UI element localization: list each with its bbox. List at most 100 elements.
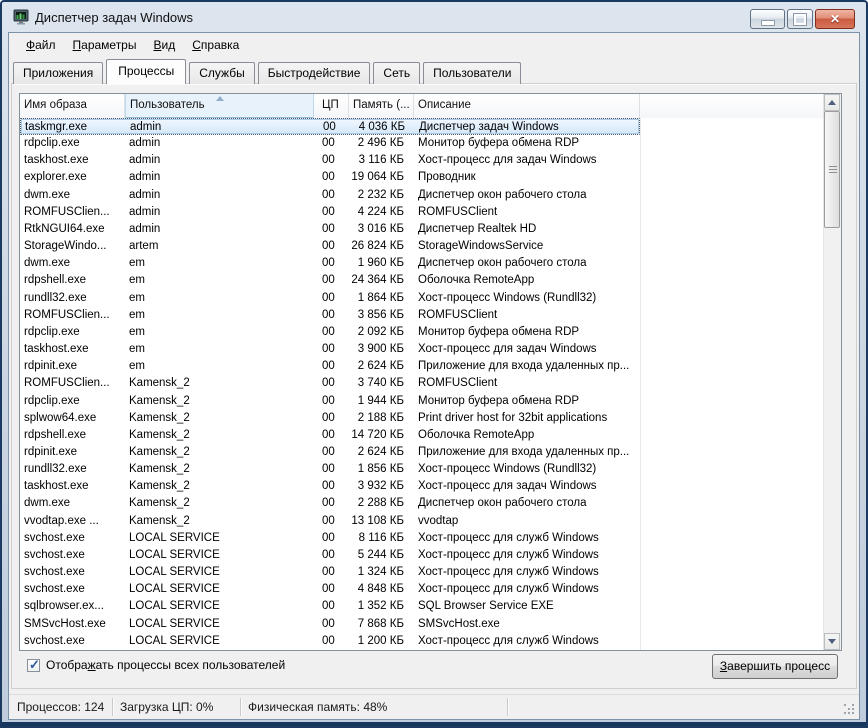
cell-user: LOCAL SERVICE	[125, 581, 314, 598]
column-header-user[interactable]: Пользователь	[125, 94, 314, 118]
cell-user: admin	[125, 187, 314, 204]
table-row[interactable]: svchost.exeLOCAL SERVICE005 244 КБХост-п…	[20, 547, 640, 564]
cell-image-name: splwow64.exe	[20, 410, 125, 427]
process-list: Имя образа Пользователь ЦП Память (... О…	[19, 93, 842, 651]
table-row[interactable]: taskhost.exeem003 900 КБХост-процесс для…	[20, 341, 640, 358]
table-row[interactable]: rundll32.exeKamensk_2001 856 КБХост-проц…	[20, 461, 640, 478]
table-row[interactable]: rdpshell.exeKamensk_20014 720 КБОболочка…	[20, 427, 640, 444]
table-row[interactable]: taskhost.exeKamensk_2003 932 КБХост-проц…	[20, 478, 640, 495]
scroll-up-button[interactable]	[824, 94, 840, 111]
cell-cpu: 00	[314, 564, 349, 581]
menu-view[interactable]: Вид	[146, 36, 182, 54]
table-row[interactable]: rdpclip.exeKamensk_2001 944 КБМонитор бу…	[20, 393, 640, 410]
menu-options[interactable]: Параметры	[66, 36, 144, 54]
table-row[interactable]: dwm.exeem001 960 КБДиспетчер окон рабоче…	[20, 255, 640, 272]
cell-memory: 2 232 КБ	[349, 187, 414, 204]
cell-memory: 2 092 КБ	[349, 324, 414, 341]
cell-memory: 1 324 КБ	[349, 564, 414, 581]
minimize-button[interactable]	[750, 9, 785, 29]
cell-user: Kamensk_2	[125, 375, 314, 392]
tab-applications[interactable]: Приложения	[13, 62, 103, 84]
cell-user: admin	[125, 204, 314, 221]
table-row[interactable]: taskhost.exeadmin003 116 КБХост-процесс …	[20, 152, 640, 169]
tab-processes[interactable]: Процессы	[106, 59, 186, 84]
column-header-description[interactable]: Описание	[414, 94, 640, 118]
tab-network[interactable]: Сеть	[373, 62, 420, 84]
cell-description: vvodtap	[414, 513, 640, 530]
window-title: Диспетчер задач Windows	[35, 10, 193, 25]
cell-memory: 2 624 КБ	[349, 444, 414, 461]
table-row[interactable]: sqlbrowser.ex...LOCAL SERVICE001 352 КБS…	[20, 598, 640, 615]
table-row[interactable]: rdpclip.exeadmin002 496 КБМонитор буфера…	[20, 135, 640, 152]
column-header-cpu[interactable]: ЦП	[314, 94, 349, 118]
menu-file[interactable]: Файл	[19, 36, 63, 54]
table-row[interactable]: ROMFUSClien...Kamensk_2003 740 КБROMFUSC…	[20, 375, 640, 392]
cell-user: admin	[125, 169, 314, 186]
vertical-scrollbar[interactable]	[823, 94, 841, 650]
end-process-button[interactable]: Завершить процесс	[712, 654, 838, 679]
table-row[interactable]: dwm.exeadmin002 232 КБДиспетчер окон раб…	[20, 187, 640, 204]
show-all-users-checkbox[interactable]: ✓	[27, 659, 40, 672]
cell-image-name: vvodtap.exe ...	[20, 513, 125, 530]
table-row[interactable]: svchost.exeLOCAL SERVICE001 324 КБХост-п…	[20, 564, 640, 581]
table-row[interactable]: rdpinit.exeem002 624 КБПриложение для вх…	[20, 358, 640, 375]
cell-image-name: explorer.exe	[20, 169, 125, 186]
title-bar[interactable]: Диспетчер задач Windows ✕	[2, 2, 866, 32]
table-row[interactable]: RtkNGUI64.exeadmin003 016 КБДиспетчер Re…	[20, 221, 640, 238]
table-row[interactable]: rdpclip.exeem002 092 КБМонитор буфера об…	[20, 324, 640, 341]
column-header-memory[interactable]: Память (...	[349, 94, 414, 118]
table-row[interactable]: dwm.exeKamensk_2002 288 КБДиспетчер окон…	[20, 495, 640, 512]
tab-users[interactable]: Пользователи	[423, 62, 521, 84]
tab-services[interactable]: Службы	[189, 62, 254, 84]
cell-memory: 8 116 КБ	[349, 530, 414, 547]
cell-memory: 1 864 КБ	[349, 290, 414, 307]
sort-ascending-icon	[216, 96, 224, 101]
cell-user: artem	[125, 238, 314, 255]
cell-image-name: svchost.exe	[20, 564, 125, 581]
scroll-down-button[interactable]	[824, 633, 840, 650]
table-row[interactable]: StorageWindo...artem0026 824 КБStorageWi…	[20, 238, 640, 255]
table-row[interactable]: rdpshell.exeem0024 364 КБОболочка Remote…	[20, 272, 640, 289]
status-cpu-usage: Загрузка ЦП: 0%	[120, 700, 213, 714]
cell-user: LOCAL SERVICE	[125, 564, 314, 581]
cell-memory: 24 364 КБ	[349, 272, 414, 289]
cell-image-name: ROMFUSClien...	[20, 307, 125, 324]
menu-help[interactable]: Справка	[185, 36, 246, 54]
maximize-button[interactable]	[787, 9, 813, 29]
table-row[interactable]: SMSvcHost.exeLOCAL SERVICE007 868 КБSMSv…	[20, 616, 640, 633]
resize-grip[interactable]	[844, 704, 857, 717]
table-row[interactable]: splwow64.exeKamensk_2002 188 КБPrint dri…	[20, 410, 640, 427]
cell-image-name: dwm.exe	[20, 187, 125, 204]
cell-cpu: 00	[314, 135, 349, 152]
status-divider	[507, 698, 508, 716]
table-row[interactable]: ROMFUSClien...admin004 224 КБROMFUSClien…	[20, 204, 640, 221]
cell-description: Хост-процесс Windows (Rundll32)	[414, 461, 640, 478]
cell-description: Диспетчер окон рабочего стола	[414, 255, 640, 272]
cell-memory: 13 108 КБ	[349, 513, 414, 530]
cell-description: Хост-процесс для служб Windows	[414, 564, 640, 581]
cell-image-name: dwm.exe	[20, 255, 125, 272]
column-header-image-name[interactable]: Имя образа	[20, 94, 125, 118]
table-row[interactable]: svchost.exeLOCAL SERVICE008 116 КБХост-п…	[20, 530, 640, 547]
cell-user: em	[125, 272, 314, 289]
table-row[interactable]: ROMFUSClien...em003 856 КБROMFUSClient	[20, 307, 640, 324]
caption-buttons: ✕	[750, 9, 855, 29]
scrollbar-thumb[interactable]	[824, 111, 840, 228]
table-row[interactable]: rundll32.exeem001 864 КБХост-процесс Win…	[20, 290, 640, 307]
table-row[interactable]: explorer.exeadmin0019 064 КБПроводник	[20, 169, 640, 186]
cell-description: SMSvcHost.exe	[414, 616, 640, 633]
scrollbar-grip-icon	[829, 166, 837, 174]
cell-memory: 4 036 КБ	[350, 119, 415, 136]
table-row[interactable]: vvodtap.exe ...Kamensk_20013 108 КБvvodt…	[20, 513, 640, 530]
table-row[interactable]: svchost.exeLOCAL SERVICE001 200 КБХост-п…	[20, 633, 640, 650]
cell-image-name: ROMFUSClien...	[20, 204, 125, 221]
cell-description: Оболочка RemoteApp	[414, 427, 640, 444]
cell-image-name: RtkNGUI64.exe	[20, 221, 125, 238]
close-button[interactable]: ✕	[815, 9, 855, 29]
table-row[interactable]: svchost.exeLOCAL SERVICE004 848 КБХост-п…	[20, 581, 640, 598]
table-row[interactable]: taskmgr.exeadmin004 036 КБДиспетчер зада…	[20, 118, 640, 135]
tab-performance[interactable]: Быстродействие	[258, 62, 371, 84]
cell-description: Приложение для входа удаленных пр...	[414, 444, 640, 461]
table-row[interactable]: rdpinit.exeKamensk_2002 624 КБПриложение…	[20, 444, 640, 461]
cell-description: Хост-процесс для служб Windows	[414, 547, 640, 564]
